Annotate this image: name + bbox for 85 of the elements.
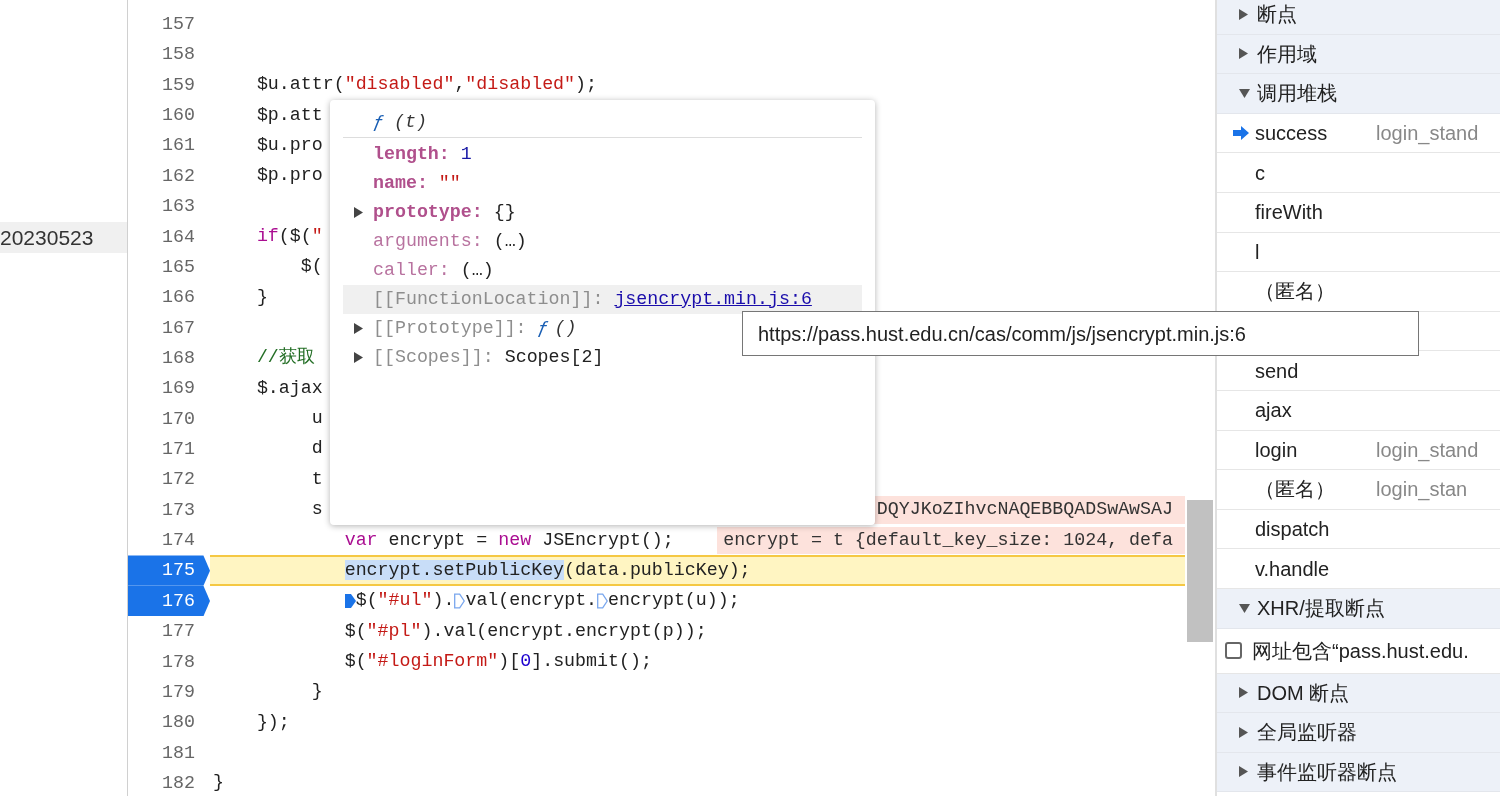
expand-arrow-icon[interactable]	[353, 323, 363, 334]
line-number: 181	[161, 741, 196, 765]
expand-arrow-icon[interactable]	[353, 352, 363, 363]
line-number: 160	[161, 104, 196, 128]
line-number: 161	[161, 134, 196, 158]
property-entry: [[Scopes]]: Scopes[2]	[373, 345, 604, 369]
call-frame-name[interactable]: v.handle	[1255, 553, 1375, 584]
line-number: 174	[161, 529, 196, 553]
call-frame-source[interactable]: login_stand	[1376, 434, 1479, 465]
code-text: val(encrypt.	[465, 589, 598, 613]
property-entry: arguments: (…)	[373, 229, 527, 253]
property-entry: name: ""	[373, 171, 461, 195]
code-text: d	[311, 437, 323, 461]
line-number: 173	[161, 498, 196, 522]
call-frame-name[interactable]: success	[1255, 118, 1375, 149]
call-frame-name[interactable]: （匿名）	[1255, 276, 1375, 307]
property-entry: [[Prototype]]: ƒ ()	[373, 316, 577, 340]
scrollbar-thumb[interactable]	[1187, 500, 1213, 642]
call-frame-source[interactable]: login_stan	[1376, 474, 1468, 505]
line-number: 178	[161, 650, 196, 674]
line-number: 169	[161, 377, 196, 401]
code-text: $("#loginForm")[0].submit();	[344, 650, 652, 673]
line-number: 170	[161, 407, 196, 431]
call-frame-source[interactable]: login_stand	[1376, 118, 1479, 149]
function-signature: ƒ (t)	[373, 110, 427, 134]
checkbox[interactable]	[1225, 642, 1242, 659]
code-text: $p.pro	[256, 164, 323, 188]
expand-arrow-icon[interactable]	[353, 207, 363, 218]
inline-breakpoint-icon[interactable]	[344, 592, 356, 610]
code-text: $p.att	[256, 103, 323, 127]
line-number: 165	[161, 255, 196, 279]
line-number: 166	[161, 286, 196, 310]
call-frame-name[interactable]: c	[1255, 157, 1375, 188]
line-number: 162	[161, 164, 196, 188]
section-header[interactable]: 作用域	[1257, 38, 1317, 69]
code-text: $u.pro	[256, 133, 323, 157]
code-text: encrypt.setPublicKey(data.publicKey);	[344, 558, 751, 582]
code-text: encrypt(u));	[608, 589, 740, 613]
property-entry: [[FunctionLocation]]: jsencrypt.min.js:6	[373, 287, 812, 311]
call-frame-name[interactable]: send	[1255, 355, 1375, 386]
property-entry: prototype: {}	[373, 200, 516, 224]
line-number: 164	[161, 225, 196, 249]
source-link[interactable]: jsencrypt.min.js:6	[614, 288, 812, 309]
code-text: s	[311, 498, 323, 522]
code-text: //获取	[256, 346, 315, 370]
url-tooltip: https://pass.hust.edu.cn/cas/comm/js/jsencrypt.min.js:6	[742, 311, 1419, 356]
call-frame-name[interactable]: ajax	[1255, 395, 1375, 426]
call-frame-name[interactable]: （匿名）	[1255, 474, 1375, 505]
line-number: 168	[161, 346, 196, 370]
code-text: $u.attr("disabled","disabled");	[256, 73, 598, 97]
code-text: $("#ul").	[355, 589, 455, 613]
call-frame-name[interactable]: fireWith	[1255, 197, 1375, 228]
line-number: 159	[161, 73, 196, 97]
line-number: 157	[161, 13, 196, 36]
inline-value-hint: encrypt = t {default_key_size: 1024, defa	[717, 526, 1185, 554]
file-tree-item[interactable]: 20230523	[0, 222, 127, 253]
code-text: var encrypt = new JSEncrypt();	[344, 528, 674, 552]
code-text: $.ajax	[256, 376, 323, 400]
code-text: });	[256, 710, 290, 734]
line-number: 167	[161, 316, 196, 340]
call-frame-name[interactable]: login	[1255, 434, 1375, 465]
section-header[interactable]: 断点	[1257, 0, 1297, 30]
line-number: 158	[161, 43, 196, 67]
code-text: if($("	[256, 224, 323, 248]
line-number: 179	[161, 680, 196, 704]
checkbox-label: 网址包含“pass.hust.edu.	[1252, 638, 1469, 664]
line-number: 177	[161, 620, 196, 644]
code-text: u	[311, 407, 323, 431]
property-entry: length: 1	[373, 142, 472, 166]
code-text: }	[311, 680, 323, 704]
breakpoint-marker[interactable]: 175	[128, 555, 210, 586]
property-entry: caller: (…)	[373, 258, 494, 282]
line-number: 171	[161, 438, 196, 462]
code-text: }	[256, 285, 268, 309]
code-text: $("#pl").val(encrypt.encrypt(p));	[344, 619, 707, 643]
breakpoint-marker[interactable]: 176	[128, 585, 210, 617]
line-number: 182	[161, 772, 196, 795]
call-frame-name[interactable]: l	[1255, 236, 1375, 267]
code-text: $(	[300, 255, 323, 279]
line-number: 172	[161, 468, 196, 492]
code-text: t	[311, 467, 323, 491]
call-frame-name[interactable]: dispatch	[1255, 514, 1375, 544]
code-text: }	[213, 771, 224, 795]
line-number: 180	[161, 711, 196, 735]
line-number: 163	[161, 195, 196, 219]
